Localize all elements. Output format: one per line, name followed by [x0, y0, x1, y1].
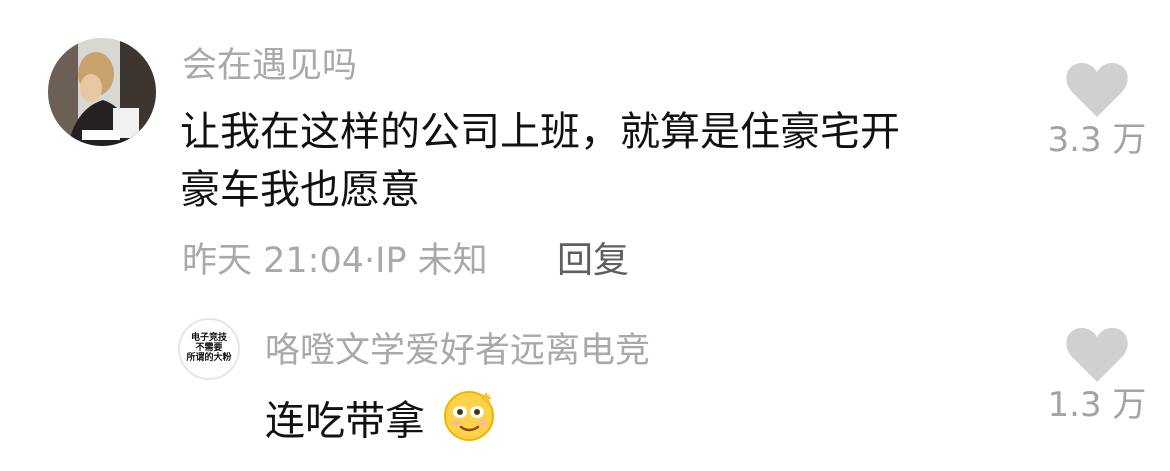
photo-avatar-icon: [48, 38, 156, 146]
avatar-text-line-2: 不需要: [195, 343, 223, 353]
like-count: 1.3 万: [1047, 385, 1147, 425]
avatar-text-line-3: 所谓的大粉: [186, 353, 232, 363]
username[interactable]: 会在遇见吗: [182, 44, 357, 88]
comment-text-line-1: 让我在这样的公司上班，就算是住豪宅开: [180, 109, 900, 155]
avatar[interactable]: [48, 38, 156, 146]
reply-button[interactable]: 回复: [557, 239, 629, 283]
like-button[interactable]: 1.3 万: [1047, 326, 1147, 426]
heart-icon: [1066, 327, 1128, 382]
time-ip: 昨天 21:04·IP 未知: [182, 241, 488, 281]
like-count: 3.3 万: [1047, 120, 1147, 160]
smiling-face-with-sparkle-icon: [442, 385, 500, 462]
avatar[interactable]: 电子竞技 不需要 所谓的大粉: [178, 318, 240, 380]
username[interactable]: 咯噔文学爱好者远离电竞: [265, 329, 650, 373]
avatar-text-line-1: 电子竞技: [190, 333, 227, 343]
like-button[interactable]: 3.3 万: [1047, 61, 1147, 161]
comment-text-content: 连吃带拿: [265, 398, 425, 445]
comment-text: 连吃带拿: [265, 385, 500, 462]
heart-icon: [1066, 62, 1128, 117]
comment-text-line-2: 豪车我也愿意: [180, 167, 420, 213]
